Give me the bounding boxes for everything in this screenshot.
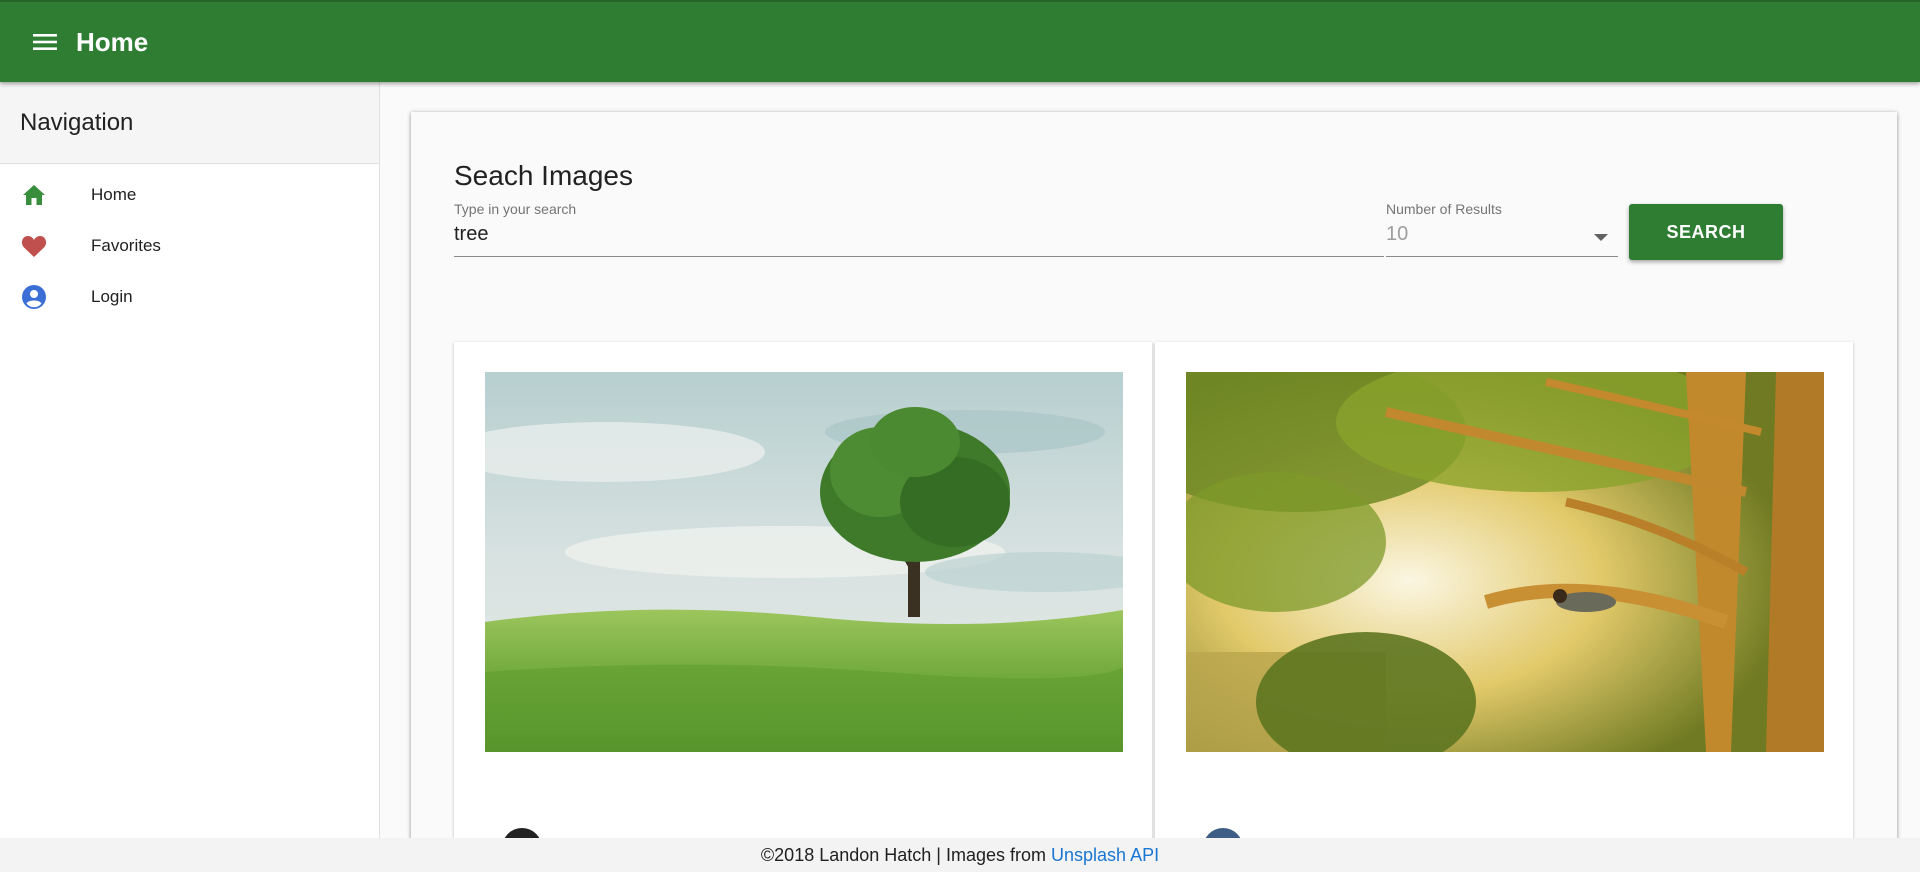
menu-icon xyxy=(33,34,57,50)
result-card xyxy=(1155,342,1853,872)
page-title: Seach Images xyxy=(454,160,633,191)
sidebar-item-label: Home xyxy=(91,184,137,204)
search-input-label: Type in your search xyxy=(454,201,577,217)
footer: ©2018 Landon Hatch | Images from Unsplas… xyxy=(0,838,1920,872)
results-grid xyxy=(454,342,1854,872)
dropdown-arrow-icon xyxy=(1594,234,1608,241)
search-input-value: tree xyxy=(454,223,489,245)
sidebar-item-label: Login xyxy=(91,286,133,306)
navigation-drawer: Navigation Home Favorites Login xyxy=(0,82,380,872)
sidebar-item-login[interactable]: Login xyxy=(0,271,379,322)
home-icon xyxy=(21,182,47,208)
result-card xyxy=(454,342,1152,872)
footer-text: ©2018 Landon Hatch | Images from xyxy=(760,844,1047,865)
result-image[interactable] xyxy=(1186,372,1824,752)
sidebar-item-label: Favorites xyxy=(91,235,161,255)
result-image[interactable] xyxy=(485,372,1123,752)
results-count-value: 10 xyxy=(1386,223,1409,245)
unsplash-api-link[interactable]: Unsplash API xyxy=(1051,845,1159,866)
search-panel: Seach Images Type in your search tree Nu… xyxy=(411,112,1897,872)
menu-button[interactable] xyxy=(30,27,60,57)
app-bar: Home xyxy=(0,0,1920,82)
search-input-underline xyxy=(454,256,1384,257)
navigation-list: Home Favorites Login xyxy=(0,164,379,322)
sidebar-item-favorites[interactable]: Favorites xyxy=(0,220,379,271)
results-count-underline xyxy=(1386,256,1618,257)
search-button[interactable]: SEARCH xyxy=(1629,204,1783,260)
account-circle-icon xyxy=(21,284,47,310)
results-count-label: Number of Results xyxy=(1386,201,1502,217)
results-count-select[interactable]: Number of Results 10 xyxy=(1386,201,1618,257)
sidebar-item-home[interactable]: Home xyxy=(0,169,379,220)
app-title: Home xyxy=(76,26,149,57)
heart-icon xyxy=(21,233,47,259)
search-input[interactable]: Type in your search tree xyxy=(454,201,1384,257)
navigation-header: Navigation xyxy=(0,82,379,164)
